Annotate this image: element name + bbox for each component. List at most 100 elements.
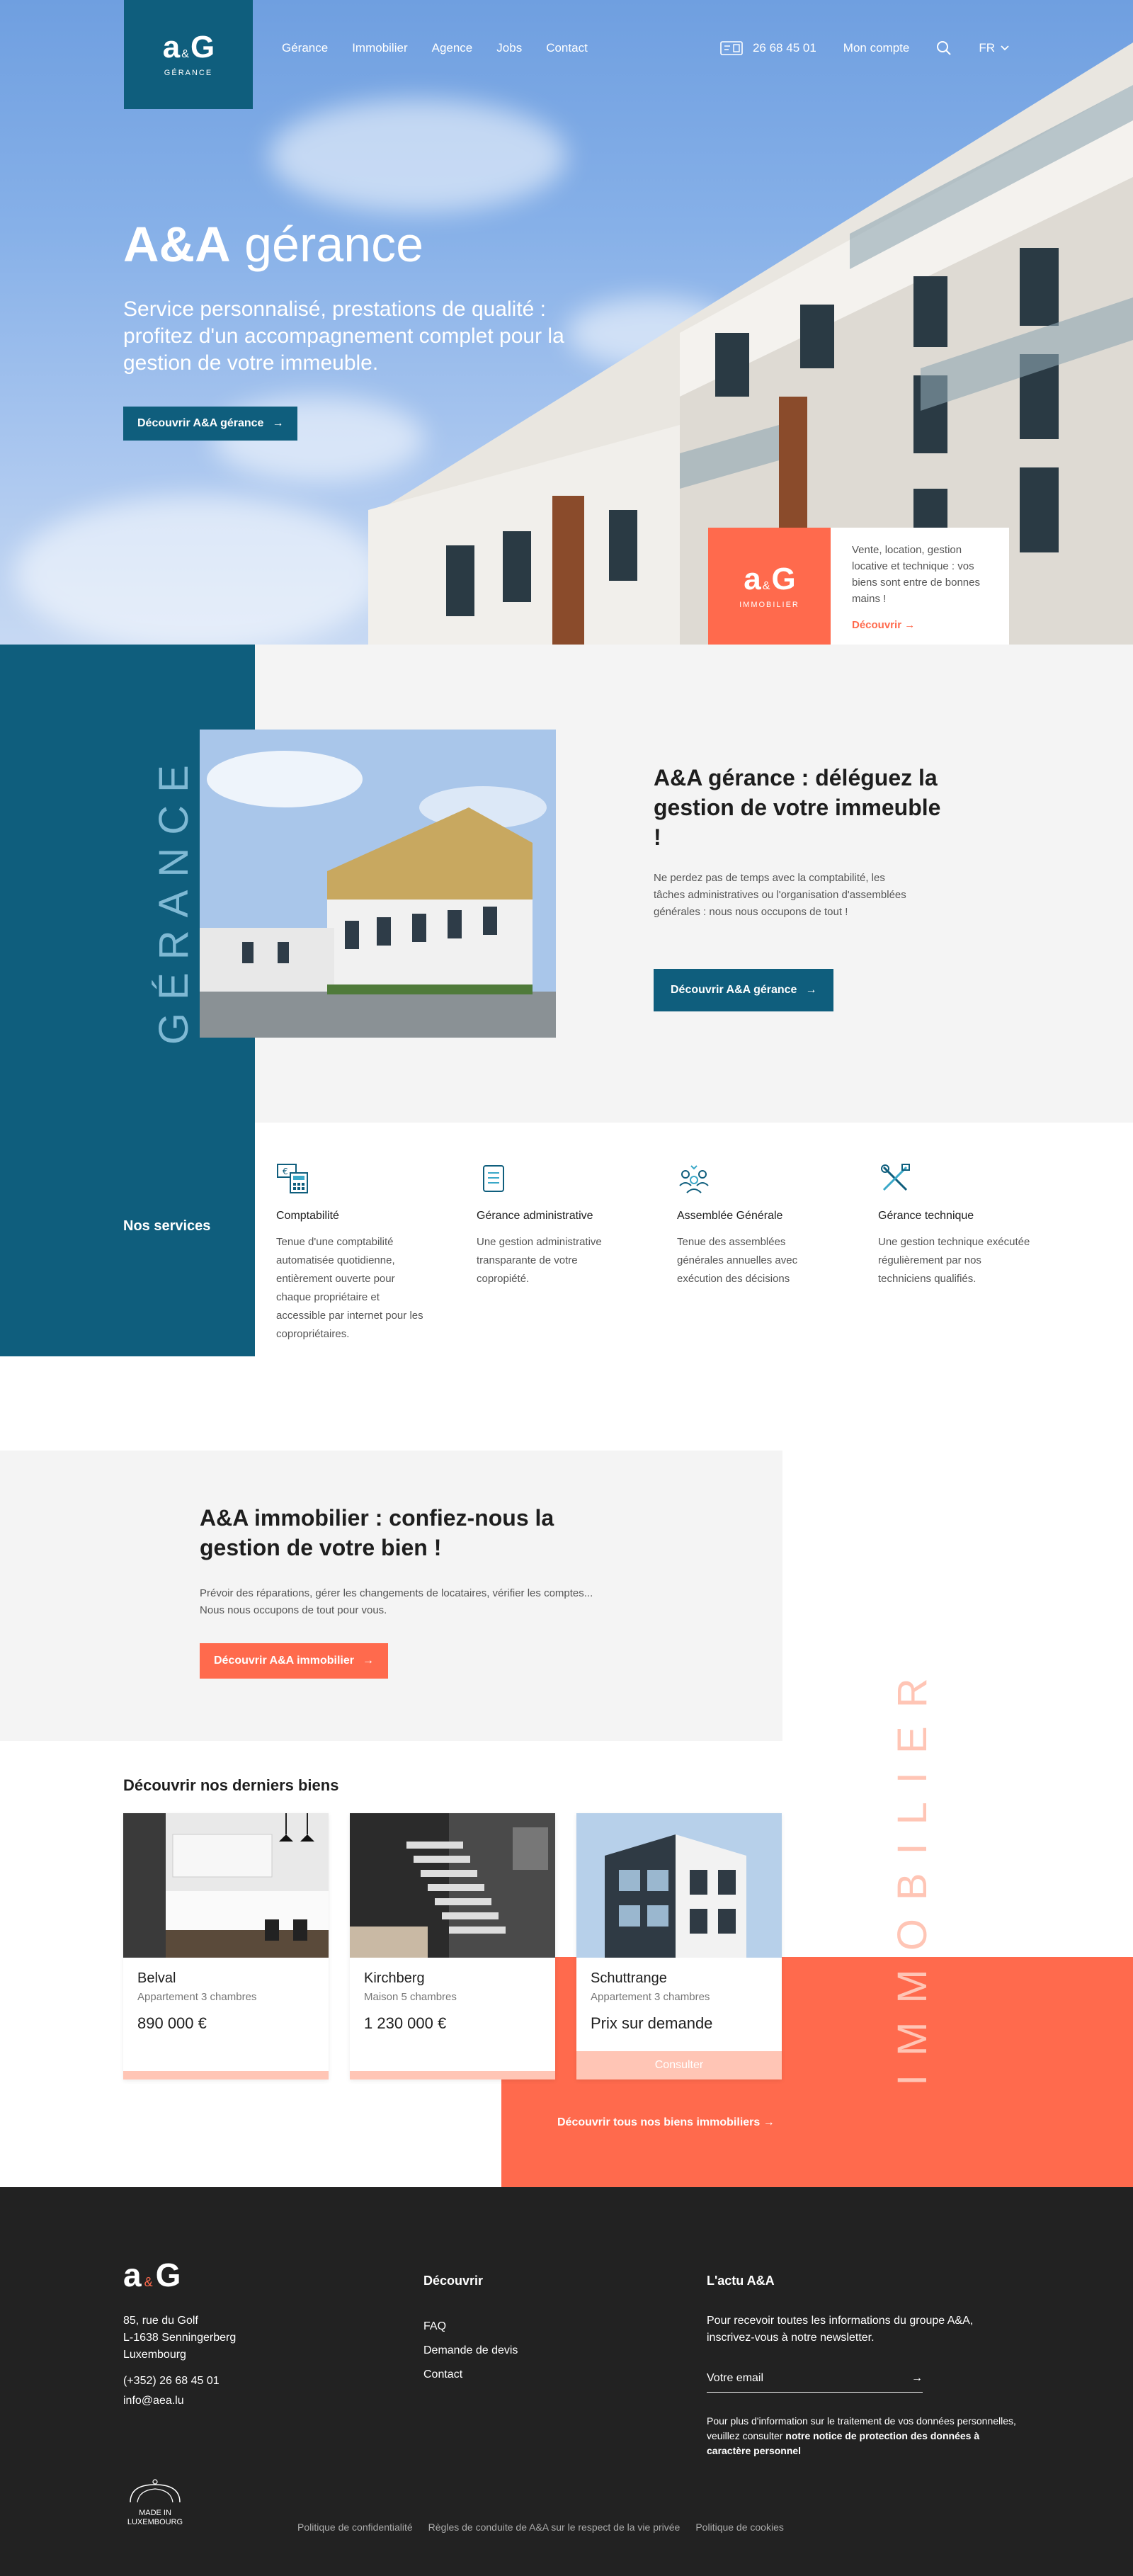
- footer-link-quote[interactable]: Demande de devis: [423, 2339, 518, 2363]
- service-gerance-administrative: Gérance administrative Une gestion admin…: [477, 1162, 632, 1288]
- footer-contact: (+352) 26 68 45 01 info@aea.lu: [123, 2371, 220, 2411]
- nav-immobilier[interactable]: Immobilier: [352, 41, 407, 55]
- gerance-vertical-title: GÉRANCE: [150, 747, 197, 1045]
- immobilier-promo-card: a &G IMMOBILIER Vente, location, gestion …: [708, 528, 1009, 645]
- footer-discover-title: Découvrir: [423, 2274, 484, 2288]
- arrow-right-icon[interactable]: →: [911, 2372, 923, 2385]
- footer-mark-a: a: [123, 2257, 142, 2293]
- property-image: [350, 1813, 555, 1958]
- immo-mark-amp: &: [762, 579, 770, 592]
- service-text: Une gestion technique exécutée régulière…: [878, 1236, 1030, 1285]
- logo-mark: a &G: [162, 30, 215, 64]
- immobilier-vertical-text: IMMOBILIER: [889, 1659, 935, 2086]
- nav-gerance[interactable]: Gérance: [282, 41, 328, 55]
- button-label: Découvrir A&A immobilier: [214, 1655, 354, 1667]
- footer-email[interactable]: info@aea.lu: [123, 2391, 220, 2411]
- staircase-photo: [350, 1813, 555, 1958]
- tools-icon: [881, 1164, 910, 1191]
- search-icon[interactable]: [936, 40, 952, 56]
- gerance-title: A&A gérance : déléguez la gestion de vot…: [654, 765, 941, 850]
- footer-logo[interactable]: a &G: [123, 2256, 181, 2294]
- footer-link-faq[interactable]: FAQ: [423, 2315, 518, 2339]
- service-title: Gérance administrative: [477, 1210, 593, 1222]
- property-type: Appartement 3 chambres: [137, 1991, 257, 2003]
- property-image: [123, 1813, 329, 1958]
- service-title: Gérance technique: [878, 1210, 974, 1222]
- property-city: Schuttrange: [591, 1970, 667, 1986]
- made-in-luxembourg-badge: MADE IN LUXEMBOURG: [123, 2478, 187, 2527]
- footer-phone[interactable]: (+352) 26 68 45 01: [123, 2371, 220, 2391]
- gerance-building-image: [200, 730, 556, 1038]
- property-card-schuttrange[interactable]: Schuttrange Appartement 3 chambres Prix …: [576, 1813, 782, 2079]
- logo[interactable]: a &G GÉRANCE: [124, 0, 253, 109]
- conduct-rules-link[interactable]: Règles de conduite de A&A sur le respect…: [428, 2521, 681, 2533]
- property-card-kirchberg[interactable]: Kirchberg Maison 5 chambres 1 230 000 €: [350, 1813, 555, 2079]
- footer-link-contact[interactable]: Contact: [423, 2363, 518, 2387]
- gerance-vertical-text: GÉRANCE: [151, 752, 197, 1045]
- service-comptabilite: € Comptabilité Tenue d'une comptabilité …: [276, 1162, 432, 1344]
- cookie-policy-link[interactable]: Politique de cookies: [695, 2521, 784, 2533]
- property-card-bar: [350, 2071, 555, 2079]
- service-title: Comptabilité: [276, 1210, 339, 1222]
- property-type: Appartement 3 chambres: [591, 1991, 710, 2003]
- hero-subtitle: Service personnalisé, prestations de qua…: [123, 297, 564, 375]
- header-actions: 26 68 45 01 Mon compte FR: [720, 40, 1009, 57]
- arrow-right-icon: →: [763, 2116, 775, 2128]
- see-all-properties-link[interactable]: Découvrir tous nos biens immobiliers →: [557, 2116, 775, 2129]
- service-text: Une gestion administrative transparante …: [477, 1236, 602, 1285]
- button-label: Découvrir A&A gérance: [671, 984, 797, 996]
- latest-properties-title: Découvrir nos derniers biens: [123, 1776, 339, 1794]
- made-in-text: MADE IN LUXEMBOURG: [127, 2509, 183, 2526]
- footer-address: 85, rue du Golf L-1638 Senningerberg Lux…: [123, 2313, 236, 2364]
- link-label: Découvrir tous nos biens immobiliers: [557, 2116, 761, 2128]
- hero-title: A&A gérance: [123, 216, 423, 273]
- immobilier-logo: a &G IMMOBILIER: [708, 528, 831, 645]
- link-label: Découvrir: [852, 619, 902, 631]
- service-text: Tenue des assemblées générales annuelles…: [677, 1236, 798, 1285]
- footer-mark-amp: &: [144, 2275, 153, 2289]
- property-price: 1 230 000 €: [364, 2014, 447, 2032]
- address-line: L-1638 Senningerberg: [123, 2332, 237, 2344]
- service-text: Tenue d'une comptabilité automatisée quo…: [276, 1236, 423, 1340]
- logo-mark-b: G: [190, 30, 215, 64]
- immobilier-promo-link[interactable]: Découvrir →: [852, 617, 915, 633]
- footer-links: FAQ Demande de devis Contact: [423, 2315, 518, 2387]
- newsletter-email-field[interactable]: Votre email →: [707, 2364, 923, 2393]
- nav-agence[interactable]: Agence: [432, 41, 473, 55]
- logo-mark-a: a: [162, 30, 181, 64]
- immo-mark-b: G: [771, 561, 795, 596]
- property-image: [576, 1813, 782, 1958]
- page: a &G GÉRANCE Gérance Immobilier Agence Jo…: [0, 0, 1133, 2576]
- chevron-down-icon: [1001, 45, 1009, 51]
- services-label: Nos services: [123, 1218, 211, 1234]
- consult-button[interactable]: Consulter: [576, 2051, 782, 2079]
- property-city: Kirchberg: [364, 1970, 425, 1986]
- privacy-notice: Pour plus d'information sur le traitemen…: [707, 2414, 1018, 2458]
- newsletter-text: Pour recevoir toutes les informations du…: [707, 2315, 974, 2344]
- service-gerance-technique: Gérance technique Une gestion technique …: [878, 1162, 1034, 1288]
- footer-bottom-links: Politique de confidentialité Règles de c…: [297, 2521, 784, 2533]
- hero: a &G GÉRANCE Gérance Immobilier Agence Jo…: [0, 0, 1133, 645]
- property-card-bar: [123, 2071, 329, 2079]
- nav-contact[interactable]: Contact: [546, 41, 588, 55]
- privacy-policy-link[interactable]: Politique de confidentialité: [297, 2521, 413, 2533]
- property-card-belval[interactable]: Belval Appartement 3 chambres 890 000 €: [123, 1813, 329, 2079]
- crown-icon: [130, 2479, 181, 2503]
- immobilier-logo-mark: a &G: [744, 561, 795, 596]
- main-nav: Gérance Immobilier Agence Jobs Contact: [282, 41, 588, 55]
- phone-link[interactable]: 26 68 45 01: [720, 40, 816, 57]
- calculator-icon: €: [277, 1164, 308, 1193]
- gerance-discover-button[interactable]: Découvrir A&A gérance →: [654, 969, 834, 1011]
- account-link[interactable]: Mon compte: [843, 41, 910, 55]
- language-selector[interactable]: FR: [979, 41, 1009, 55]
- arrow-right-icon: →: [805, 984, 817, 996]
- svg-text:€: €: [283, 1167, 288, 1176]
- immobilier-discover-button[interactable]: Découvrir A&A immobilier →: [200, 1643, 388, 1679]
- discover-gerance-button[interactable]: Découvrir A&A gérance →: [123, 407, 298, 441]
- gerance-text: Ne perdez pas de temps avec la comptabil…: [654, 872, 906, 918]
- footer-mark-b: G: [155, 2257, 181, 2293]
- nav-jobs[interactable]: Jobs: [496, 41, 522, 55]
- property-body: Belval Appartement 3 chambres 890 000 €: [123, 1958, 329, 2033]
- hero-title-bold: A&A: [123, 217, 231, 272]
- address-line: 85, rue du Golf: [123, 2315, 198, 2327]
